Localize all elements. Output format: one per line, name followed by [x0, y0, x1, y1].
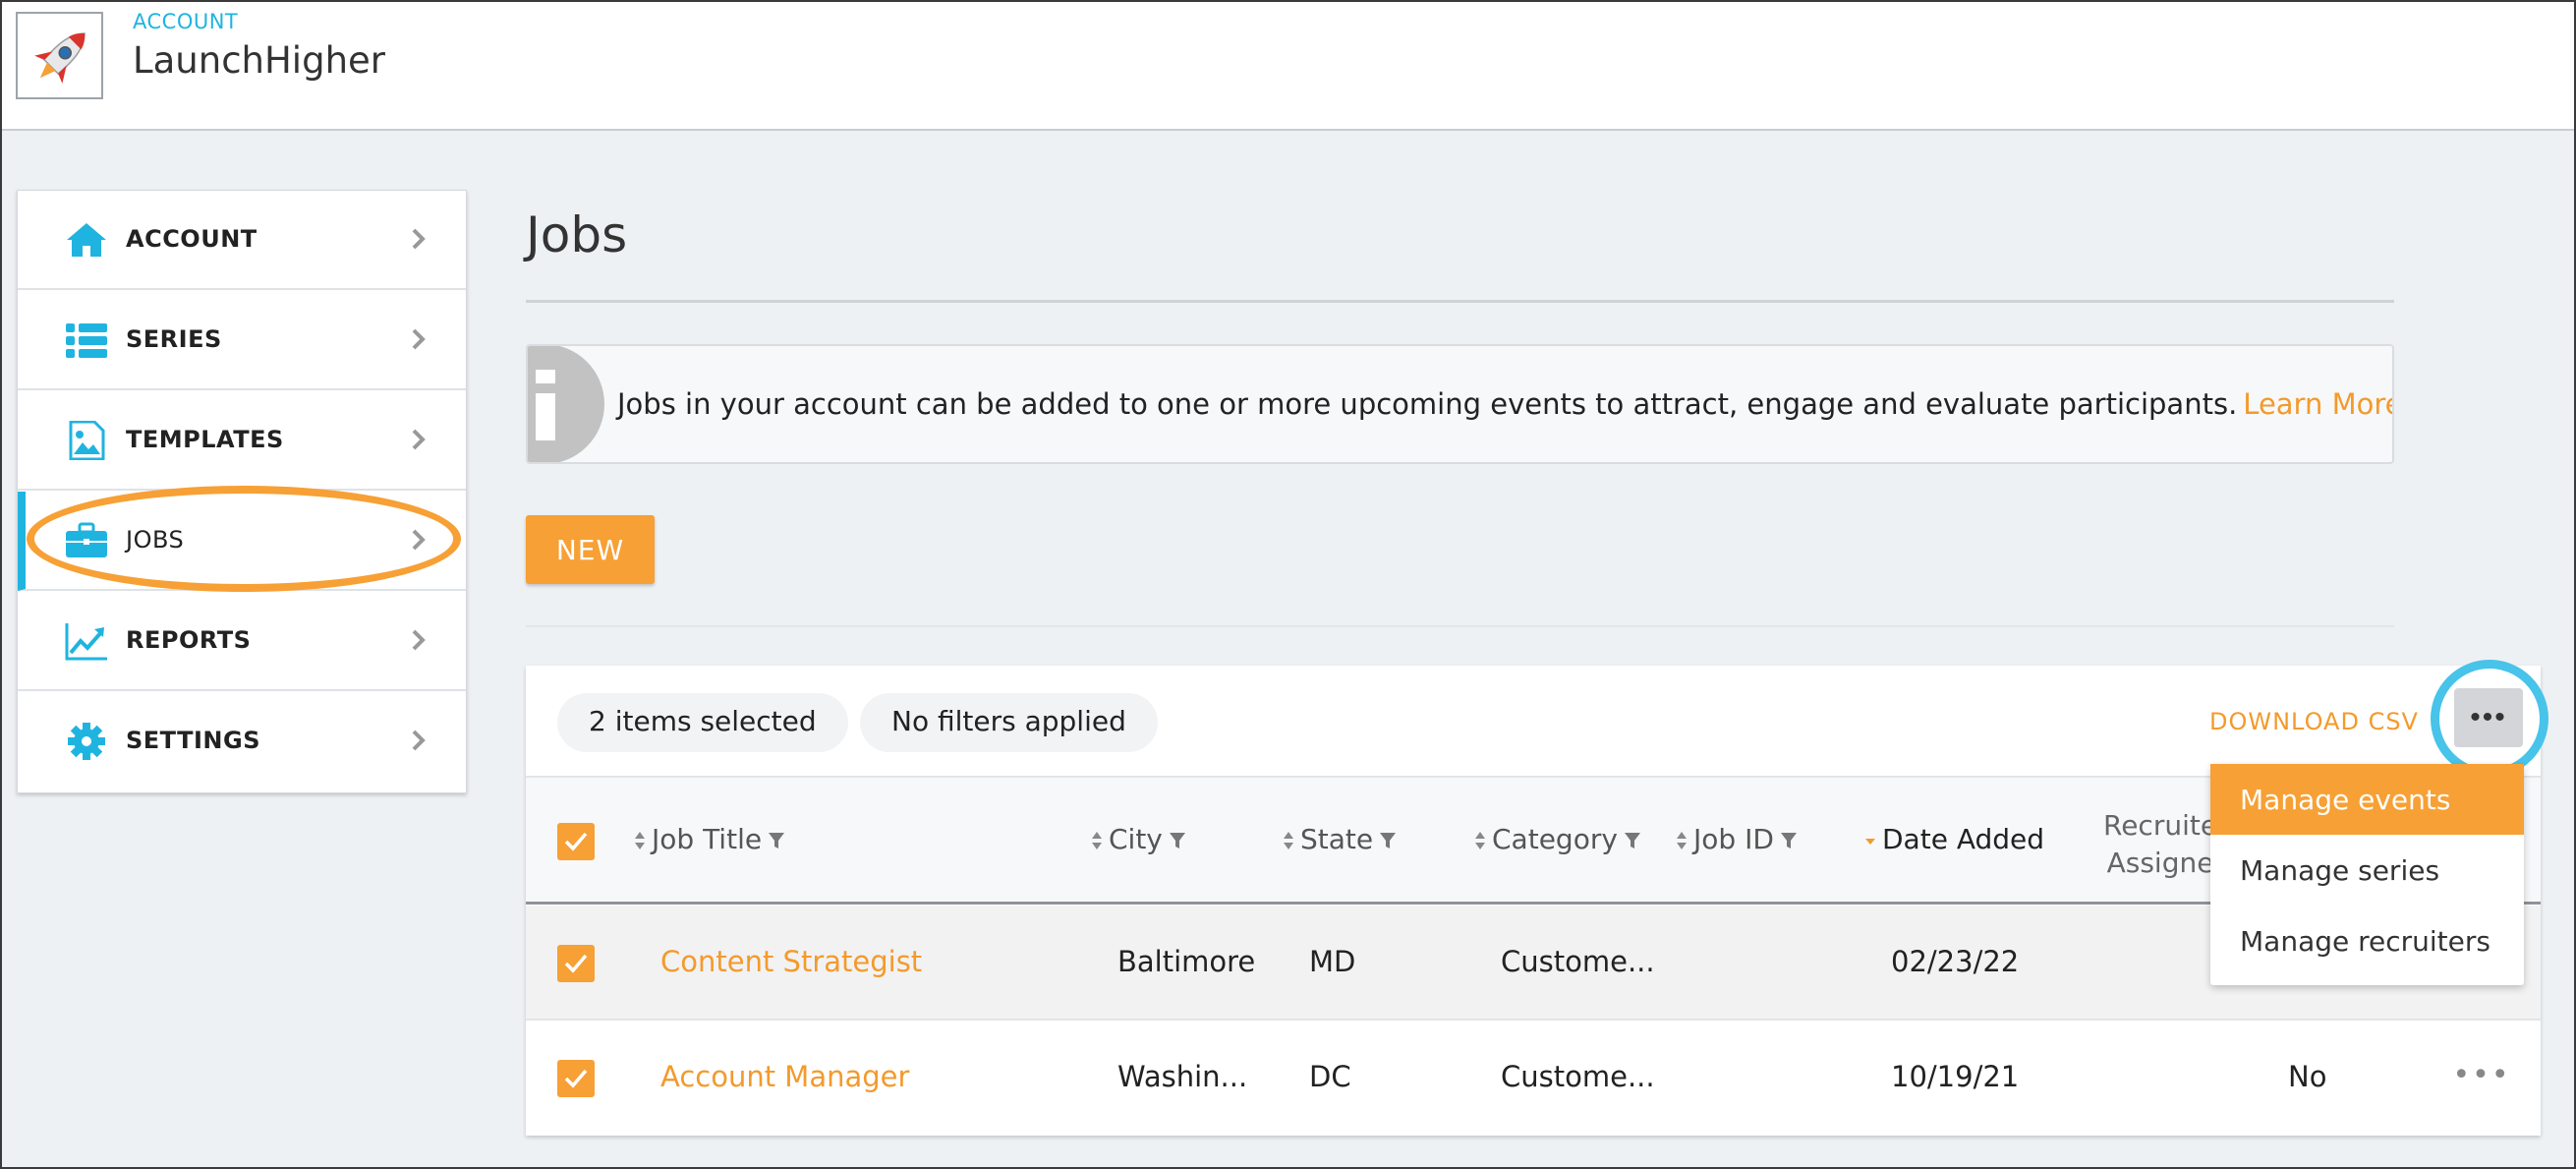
column-job-id[interactable]: Job ID: [1676, 823, 1798, 855]
chevron-right-icon: [412, 228, 426, 250]
info-icon: [528, 346, 604, 462]
column-label: Job Title: [652, 823, 763, 855]
sidebar-item-label: SETTINGS: [126, 727, 260, 754]
sidebar-item-label: REPORTS: [126, 626, 252, 654]
column-city[interactable]: City: [1091, 823, 1186, 855]
sidebar-item-account[interactable]: ACCOUNT: [18, 191, 466, 290]
column-label: State: [1300, 823, 1374, 855]
selected-count-pill[interactable]: 2 items selected: [557, 693, 848, 752]
sidebar-item-reports[interactable]: REPORTS: [18, 592, 466, 691]
download-csv-link[interactable]: DOWNLOAD CSV: [2209, 708, 2419, 735]
sidebar-item-label: ACCOUNT: [126, 225, 258, 253]
filter-icon[interactable]: [1780, 831, 1798, 850]
column-label: Recruite: [2103, 809, 2218, 842]
sidebar-item-settings[interactable]: SETTINGS: [18, 692, 466, 791]
select-all-checkbox[interactable]: [557, 823, 595, 860]
section-divider: [526, 625, 2394, 627]
table-toolbar: 2 items selected No filters applied DOWN…: [526, 666, 2541, 778]
column-recruiter-assigned[interactable]: Recruite Assigne: [2103, 807, 2217, 882]
menu-item-manage-series[interactable]: Manage series: [2210, 835, 2524, 906]
new-job-button[interactable]: NEW: [526, 515, 655, 584]
bulk-actions-menu: Manage events Manage series Manage recru…: [2210, 764, 2524, 985]
chevron-right-icon: [412, 328, 426, 350]
state-cell: MD: [1309, 945, 1356, 978]
menu-item-manage-recruiters[interactable]: Manage recruiters: [2210, 906, 2524, 976]
sidebar-item-series[interactable]: SERIES: [18, 291, 466, 390]
date-added-cell: 10/19/21: [1891, 1060, 2020, 1093]
sort-icon: [1092, 832, 1102, 849]
menu-item-manage-events[interactable]: Manage events: [2210, 764, 2524, 835]
sidebar-item-label: TEMPLATES: [126, 426, 284, 453]
date-added-cell: 02/23/22: [1891, 945, 2020, 978]
city-cell: Baltimore: [1117, 945, 1256, 978]
info-banner: Jobs in your account can be added to one…: [526, 344, 2394, 464]
check-icon: [564, 954, 588, 973]
check-icon: [564, 832, 588, 851]
column-job-title[interactable]: Job Title: [634, 823, 785, 855]
filter-icon[interactable]: [1624, 831, 1641, 850]
more-icon: •••: [2452, 1058, 2511, 1092]
rocket-icon: [34, 32, 86, 84]
sidebar-item-templates[interactable]: TEMPLATES: [18, 391, 466, 491]
sort-desc-icon: [1865, 839, 1875, 845]
row-actions-button[interactable]: •••: [2452, 1056, 2511, 1095]
row-checkbox[interactable]: [557, 1060, 595, 1097]
title-divider: [526, 300, 2394, 303]
jobs-highlight-annotation: [27, 486, 461, 592]
list-icon: [66, 323, 107, 358]
filters-pill[interactable]: No filters applied: [860, 693, 1158, 752]
sort-icon: [1677, 832, 1687, 849]
column-label: City: [1109, 823, 1163, 855]
chevron-right-icon: [412, 730, 426, 751]
table-row[interactable]: Account Manager Washin... DC Custome... …: [526, 1021, 2541, 1136]
column-label: Job ID: [1693, 823, 1774, 855]
learn-more-link[interactable]: Learn More: [2243, 387, 2392, 421]
info-message: Jobs in your account can be added to one…: [617, 387, 2392, 421]
actions-highlight-annotation: [2431, 660, 2548, 778]
category-cell: Custome...: [1501, 1060, 1655, 1093]
filter-icon[interactable]: [1169, 831, 1186, 850]
chevron-right-icon: [412, 629, 426, 651]
state-cell: DC: [1309, 1060, 1351, 1093]
sort-icon: [635, 832, 645, 849]
column-date-added[interactable]: Date Added: [1864, 823, 2044, 855]
sidebar-item-label: SERIES: [126, 325, 222, 353]
chart-icon: [65, 623, 107, 661]
category-cell: Custome...: [1501, 945, 1655, 978]
home-icon: [67, 223, 106, 257]
chevron-right-icon: [412, 429, 426, 450]
filter-icon[interactable]: [1379, 831, 1397, 850]
column-label: Category: [1492, 823, 1618, 855]
column-label: Assigne: [2106, 847, 2214, 879]
recruiter-cell: No: [2288, 1060, 2327, 1093]
city-cell: Washin...: [1117, 1060, 1248, 1093]
row-checkbox[interactable]: [557, 945, 595, 982]
image-icon: [69, 421, 105, 460]
header-subtitle: ACCOUNT: [133, 10, 239, 33]
app-header: ACCOUNT LaunchHigher: [0, 0, 2576, 131]
job-title-link[interactable]: Content Strategist: [660, 945, 922, 978]
filter-icon[interactable]: [768, 831, 785, 850]
column-label: Date Added: [1882, 823, 2045, 855]
page-title: Jobs: [526, 206, 628, 263]
gear-icon: [68, 723, 105, 760]
sort-icon: [1284, 832, 1293, 849]
account-logo[interactable]: [16, 12, 103, 99]
column-state[interactable]: State: [1283, 823, 1397, 855]
check-icon: [564, 1069, 588, 1088]
account-name: LaunchHigher: [133, 39, 385, 82]
info-text: Jobs in your account can be added to one…: [617, 387, 2238, 421]
column-category[interactable]: Category: [1474, 823, 1641, 855]
job-title-link[interactable]: Account Manager: [660, 1060, 909, 1093]
sort-icon: [1475, 832, 1485, 849]
